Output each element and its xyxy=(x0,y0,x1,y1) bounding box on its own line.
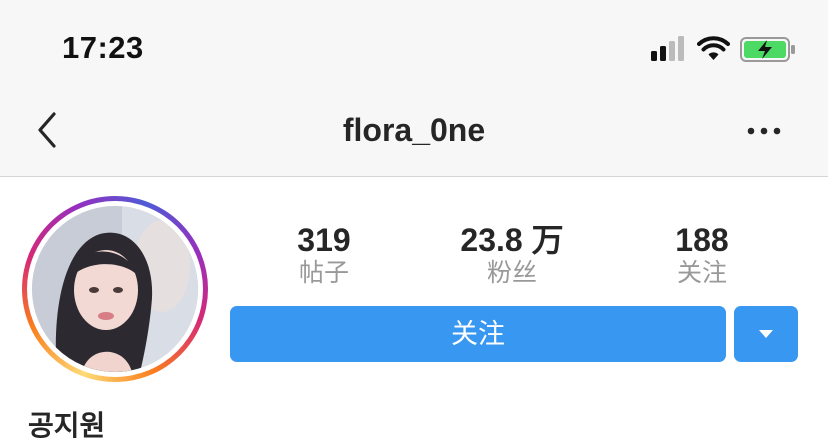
instagram-profile-screen: 17:23 flora_0ne 319 帖子 23.8 万 粉丝 188 关注 … xyxy=(0,0,828,443)
more-horizontal-icon[interactable] xyxy=(742,114,786,148)
followers-count-label: 粉丝 xyxy=(486,259,537,287)
posts-count-label: 帖子 xyxy=(298,259,349,287)
followers-count-value: 23.8 万 xyxy=(460,222,564,258)
posts-count-value: 319 xyxy=(297,222,351,258)
story-ring[interactable] xyxy=(22,196,208,382)
profile-name: 공지원 xyxy=(28,410,106,441)
posts-count[interactable]: 319 帖子 xyxy=(244,222,404,288)
status-time: 17:23 xyxy=(62,30,144,65)
profile-avatar[interactable] xyxy=(32,206,198,372)
nav-bar: flora_0ne xyxy=(0,90,828,177)
chevron-left-icon[interactable] xyxy=(30,108,70,152)
wifi-icon xyxy=(697,36,730,60)
signal-icon xyxy=(651,36,684,61)
following-count-label: 关注 xyxy=(676,259,727,287)
followers-count[interactable]: 23.8 万 粉丝 xyxy=(432,222,592,288)
page-title: flora_0ne xyxy=(342,112,486,148)
follow-button[interactable]: 关注 xyxy=(230,306,726,362)
battery-charging-icon xyxy=(740,37,795,62)
caret-down-icon xyxy=(759,330,773,338)
status-bar: 17:23 xyxy=(0,0,828,90)
avatar-border xyxy=(27,201,203,377)
suggested-accounts-button[interactable] xyxy=(734,306,798,362)
following-count[interactable]: 188 关注 xyxy=(622,222,782,288)
following-count-value: 188 xyxy=(675,222,729,258)
